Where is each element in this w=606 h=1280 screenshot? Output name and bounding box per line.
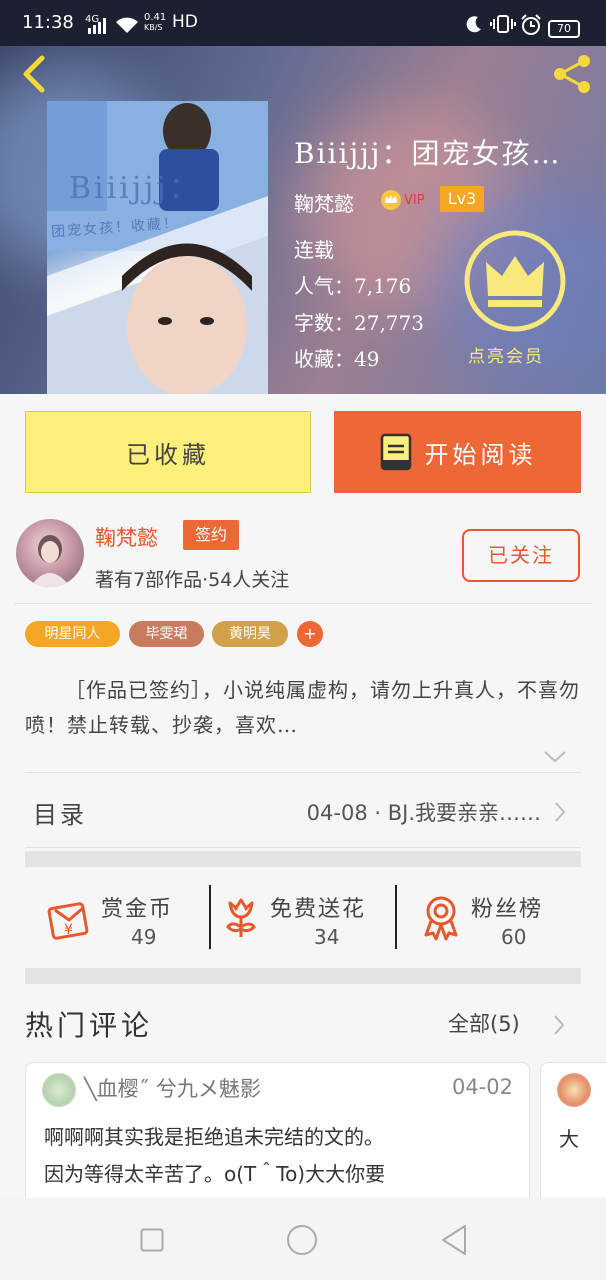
chevron-right-icon — [555, 802, 566, 822]
book-description: ［作品已签约］，小说纯属虚构，请勿上升真人，不喜勿喷！禁止转载、抄袭，喜欢… — [25, 678, 580, 737]
start-reading-label: 开始阅读 — [424, 440, 537, 469]
signed-badge: 签约 — [183, 520, 239, 550]
clock: 11:38 — [22, 12, 74, 33]
cover-title-text: Biiijjj： — [69, 171, 202, 206]
svg-text:¥: ¥ — [64, 922, 73, 938]
follow-button[interactable]: 已关注 — [462, 529, 580, 582]
section-separator — [25, 851, 581, 867]
share-button[interactable] — [550, 52, 596, 96]
moon-icon — [464, 14, 484, 39]
chevron-right-icon — [554, 1015, 565, 1035]
back-nav-button[interactable] — [440, 1224, 468, 1256]
commenter-name[interactable]: ╲血樱˝ 兮九メ魅影 — [84, 1073, 261, 1103]
author-stats: 著有7部作品·54人关注 — [95, 569, 290, 591]
send-flowers-value: 34 — [314, 925, 340, 949]
hot-comments-title: 热门评论 — [25, 1009, 154, 1042]
triangle-back-icon — [442, 1225, 466, 1255]
comment-date: 04-02 — [451, 1075, 513, 1099]
reward-coins-button[interactable]: ¥ 赏金币 49 — [25, 873, 210, 963]
commenter-avatar[interactable] — [557, 1073, 591, 1107]
signal-icon — [88, 18, 110, 34]
popularity-value: 7,176 — [354, 274, 412, 298]
member-button[interactable]: 点亮会员 — [462, 228, 568, 372]
vibrate-icon — [490, 14, 516, 39]
comment-text-line-1: 大 — [559, 1127, 579, 1151]
vip-label: VIP — [404, 192, 425, 208]
status-bar: 11:38 4G 0.41 KB/S HD 70 — [0, 0, 606, 46]
hd-indicator: HD — [172, 12, 198, 32]
share-icon — [554, 55, 590, 93]
comment-text-line-2: 因为等得太辛苦了。o(T＾To)大大你要 — [44, 1162, 386, 1186]
tag-add-button[interactable]: + — [297, 621, 323, 647]
all-comments-button[interactable]: 全部(5) — [448, 1008, 568, 1044]
back-button[interactable] — [14, 52, 54, 96]
flower-icon — [226, 898, 256, 937]
stat-divider — [209, 885, 211, 949]
word-count-label: 字数： — [294, 311, 354, 335]
crown-icon — [464, 230, 566, 332]
book-title: Biiijjj：团宠女孩… — [294, 137, 562, 170]
red-envelope-icon: ¥ — [47, 902, 89, 940]
member-label: 点亮会员 — [468, 347, 544, 367]
author-row-name[interactable]: 鞠梵懿 — [95, 522, 158, 552]
start-reading-button[interactable]: 开始阅读 — [334, 411, 581, 493]
fan-ranking-label: 粉丝榜 — [471, 897, 544, 922]
expand-description-button[interactable] — [542, 748, 568, 766]
commenter-avatar[interactable] — [42, 1073, 76, 1107]
network-speed: 0.41 — [144, 12, 167, 23]
toc-latest-chapter: 04-08 · BJ.我要亲亲…… — [306, 801, 541, 825]
favorites-label: 收藏： — [294, 347, 354, 371]
collected-button[interactable]: 已收藏 — [25, 411, 311, 493]
tag-person-1[interactable]: 毕雯珺 — [129, 621, 204, 647]
chevron-left-icon — [23, 55, 45, 93]
network-speed-unit: KB/S — [144, 23, 163, 32]
favorites-value: 49 — [354, 347, 380, 371]
level-badge: Lv3 — [440, 186, 484, 212]
book-status: 连载 — [294, 238, 334, 262]
send-flowers-label: 免费送花 — [270, 897, 367, 922]
tag-person-2[interactable]: 黄明昊 — [212, 621, 288, 647]
vip-crown-icon — [381, 190, 401, 210]
home-button[interactable] — [286, 1224, 318, 1256]
section-separator — [25, 968, 581, 984]
book-icon — [380, 433, 411, 471]
vip-badge: VIP — [380, 189, 425, 211]
alarm-icon — [520, 14, 542, 41]
reward-coins-value: 49 — [131, 925, 157, 949]
battery-icon: 70 — [548, 20, 580, 38]
circle-icon — [287, 1225, 317, 1255]
navigation-bar — [0, 1198, 606, 1280]
tag-genre[interactable]: 明星同人 — [25, 621, 120, 647]
popularity-label: 人气： — [294, 274, 354, 298]
toc-label: 目录 — [33, 801, 87, 829]
all-comments-label: 全部(5) — [448, 1012, 520, 1036]
fan-ranking-value: 60 — [501, 925, 527, 949]
reward-coins-label: 赏金币 — [101, 897, 174, 922]
book-cover[interactable]: Biiijjj： 团宠女孩！收藏！ — [47, 101, 268, 394]
chevron-down-icon — [544, 751, 566, 763]
send-flowers-button[interactable]: 免费送花 34 — [212, 873, 395, 963]
comment-text-line-1: 啊啊啊其实我是拒绝追未完结的文的。 — [44, 1125, 384, 1149]
fan-ranking-button[interactable]: 粉丝榜 60 — [397, 873, 581, 963]
toc-row[interactable]: 目录 04-08 · BJ.我要亲亲…… — [25, 773, 581, 847]
wifi-icon — [115, 16, 139, 39]
author-name[interactable]: 鞠梵懿 — [294, 188, 354, 217]
author-avatar[interactable] — [16, 519, 84, 587]
square-icon — [140, 1228, 164, 1252]
recents-button[interactable] — [140, 1228, 164, 1252]
word-count-value: 27,773 — [354, 311, 424, 335]
medal-icon — [424, 896, 458, 941]
